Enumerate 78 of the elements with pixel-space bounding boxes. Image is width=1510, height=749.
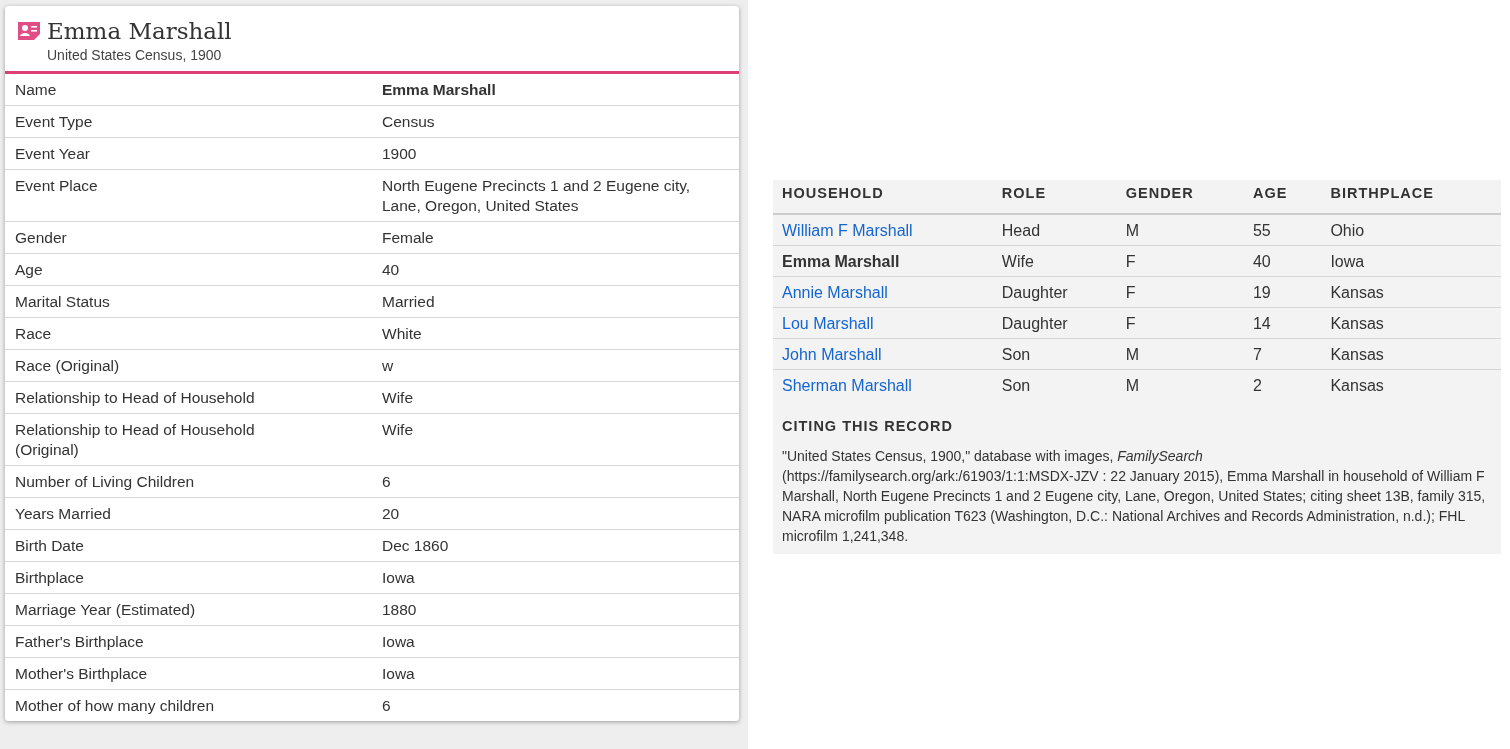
person-link[interactable]: John Marshall <box>782 346 882 363</box>
person-link[interactable]: Sherman Marshall <box>782 377 912 394</box>
person-link[interactable]: William F Marshall <box>782 222 913 239</box>
table-cell: Daughter <box>992 276 1117 308</box>
collection-name: United States Census, 1900 <box>47 47 223 63</box>
person-name: Emma Marshall <box>782 253 900 270</box>
table-cell: M <box>1116 338 1244 370</box>
table-cell: Daughter <box>992 307 1117 339</box>
field-label: Marital Status <box>15 292 111 312</box>
table-cell: F <box>1116 245 1244 277</box>
field-value: Iowa <box>382 664 416 684</box>
field-value: Wife <box>382 388 414 408</box>
table-cell: 55 <box>1243 214 1322 246</box>
table-cell: 7 <box>1243 338 1322 370</box>
table-cell: Kansas <box>1321 276 1501 308</box>
field-value: Married <box>382 292 436 312</box>
field-value: 6 <box>382 472 392 492</box>
field-label: Event Year <box>15 144 91 164</box>
table-cell: Head <box>992 214 1117 246</box>
field-value: 1880 <box>382 600 418 620</box>
person-link[interactable]: Annie Marshall <box>782 284 888 301</box>
table-cell: M <box>1116 369 1244 400</box>
field-label: Number of Living Children <box>15 472 196 492</box>
field-value: Female <box>382 228 435 248</box>
section-heading: CITING THIS RECORD <box>782 418 955 434</box>
field-value: Iowa <box>382 632 416 652</box>
table-cell: Son <box>992 369 1117 400</box>
person-card-icon <box>17 21 41 41</box>
field-label: Race <box>15 324 53 344</box>
field-label: Years Married <box>15 504 112 524</box>
table-cell: Son <box>992 338 1117 370</box>
table-cell: Iowa <box>1321 245 1501 277</box>
field-label: Father's Birthplace <box>15 632 145 652</box>
table-cell: 19 <box>1243 276 1322 308</box>
field-label: Age <box>15 260 44 280</box>
field-label: Event Type <box>15 112 94 132</box>
table-cell: 2 <box>1243 369 1322 400</box>
field-value: Dec 1860 <box>382 536 450 556</box>
column-header: GENDER <box>1116 180 1244 214</box>
table-cell: Ohio <box>1321 214 1501 246</box>
table-cell: F <box>1116 307 1244 339</box>
field-label: Gender <box>15 228 68 248</box>
field-label: Birth Date <box>15 536 85 556</box>
table-cell: 40 <box>1243 245 1322 277</box>
field-label: Race (Original) <box>15 356 121 376</box>
column-header: AGE <box>1243 180 1322 214</box>
field-value: 20 <box>382 504 401 524</box>
field-value: w <box>382 356 395 376</box>
citation-text: "United States Census, 1900," database with images, FamilySearch (https://familysearch.org/ark:/61903/1:1:MSDX-JZV : 22 January 2015), Emma Marshall in household of William F Marshall, North Eugene Precincts 1 and 2 Eugene city, Lane, Oregon, United States; citing sheet 13B, family 315, NARA microfilm publication T623 (Washington, D.C.: National Archives and Records Administration, n.d.); FHL microfilm 1,241,348. <box>782 447 1487 546</box>
table-cell: Kansas <box>1321 369 1501 400</box>
field-value: 1900 <box>382 144 418 164</box>
table-cell: Wife <box>992 245 1117 277</box>
field-value: North Eugene Precincts 1 and 2 Eugene city, Lane, Oregon, United States <box>382 176 692 216</box>
field-label: Event Place <box>15 176 99 196</box>
table-cell: 14 <box>1243 307 1322 339</box>
field-label: Name <box>15 80 58 100</box>
field-value: Wife <box>382 420 414 440</box>
table-cell: Kansas <box>1321 307 1501 339</box>
field-label: Relationship to Head of Household (Original) <box>15 420 256 460</box>
field-label: Birthplace <box>15 568 85 588</box>
field-value: Emma Marshall <box>382 80 497 100</box>
field-value: Census <box>382 112 436 132</box>
record-title: Emma Marshall <box>47 18 232 44</box>
column-header: BIRTHPLACE <box>1321 180 1501 214</box>
table-cell: M <box>1116 214 1244 246</box>
column-header: ROLE <box>992 180 1117 214</box>
table-cell: Kansas <box>1321 338 1501 370</box>
field-label: Mother's Birthplace <box>15 664 149 684</box>
field-label: Marriage Year (Estimated) <box>15 600 197 620</box>
person-link[interactable]: Lou Marshall <box>782 315 874 332</box>
field-value: 6 <box>382 696 392 716</box>
field-label: Relationship to Head of Household <box>15 388 256 408</box>
column-header: HOUSEHOLD <box>773 180 993 214</box>
field-label: Mother of how many children <box>15 696 215 716</box>
field-value: 40 <box>382 260 401 280</box>
table-cell: F <box>1116 276 1244 308</box>
field-value: White <box>382 324 423 344</box>
field-value: Iowa <box>382 568 416 588</box>
